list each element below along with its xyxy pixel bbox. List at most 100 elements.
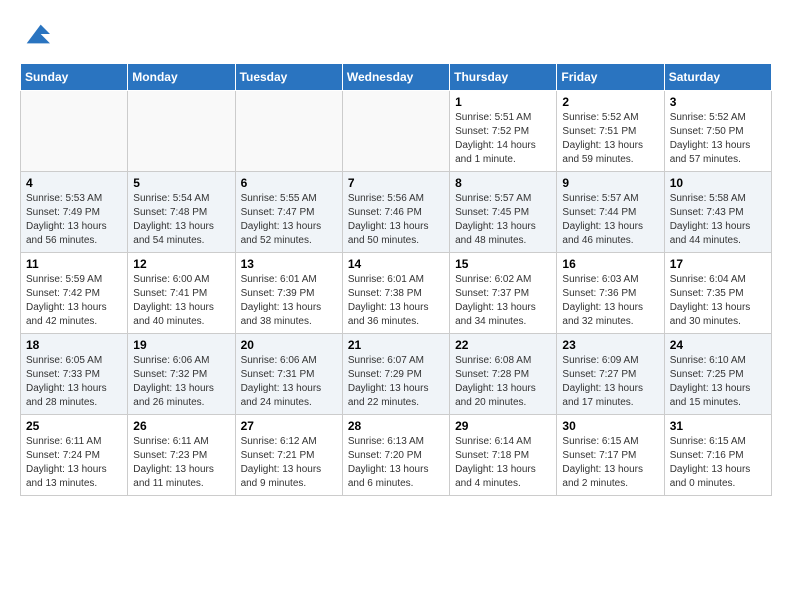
day-number: 13 xyxy=(241,257,337,271)
day-info: Sunrise: 6:06 AMSunset: 7:32 PMDaylight:… xyxy=(133,354,229,410)
day-info: Sunrise: 6:08 AMSunset: 7:28 PMDaylight:… xyxy=(455,354,551,410)
day-number: 16 xyxy=(562,257,658,271)
day-of-week-header: Friday xyxy=(557,64,664,91)
day-number: 12 xyxy=(133,257,229,271)
calendar-day-cell: 29 Sunrise: 6:14 AMSunset: 7:18 PMDayligh… xyxy=(450,415,557,496)
calendar-day-cell: 3 Sunrise: 5:52 AMSunset: 7:50 PMDaylight… xyxy=(664,91,771,172)
calendar-day-cell: 25 Sunrise: 6:11 AMSunset: 7:24 PMDayligh… xyxy=(21,415,128,496)
day-number: 30 xyxy=(562,419,658,433)
day-number: 28 xyxy=(348,419,444,433)
calendar-header-row: SundayMondayTuesdayWednesdayThursdayFrid… xyxy=(21,64,772,91)
calendar-day-cell: 10 Sunrise: 5:58 AMSunset: 7:43 PMDayligh… xyxy=(664,172,771,253)
calendar-day-cell: 19 Sunrise: 6:06 AMSunset: 7:32 PMDayligh… xyxy=(128,334,235,415)
day-number: 22 xyxy=(455,338,551,352)
day-number: 4 xyxy=(26,176,122,190)
day-info: Sunrise: 5:52 AMSunset: 7:50 PMDaylight:… xyxy=(670,111,766,167)
calendar-day-cell: 9Sunrise: 5:57 AMSunset: 7:44 PMDaylight… xyxy=(557,172,664,253)
day-number: 2 xyxy=(562,95,658,109)
day-number: 1 xyxy=(455,95,551,109)
calendar-day-cell: 8 Sunrise: 5:57 AMSunset: 7:45 PMDaylight… xyxy=(450,172,557,253)
day-info: Sunrise: 5:53 AMSunset: 7:49 PMDaylight:… xyxy=(26,192,122,248)
day-of-week-header: Monday xyxy=(128,64,235,91)
day-number: 5 xyxy=(133,176,229,190)
day-info: Sunrise: 5:57 AMSunset: 7:45 PMDaylight:… xyxy=(455,192,551,248)
day-info: Sunrise: 6:10 AMSunset: 7:25 PMDaylight:… xyxy=(670,354,766,410)
day-number: 19 xyxy=(133,338,229,352)
day-number: 3 xyxy=(670,95,766,109)
day-of-week-header: Tuesday xyxy=(235,64,342,91)
calendar-table: SundayMondayTuesdayWednesdayThursdayFrid… xyxy=(20,63,772,496)
day-of-week-header: Sunday xyxy=(21,64,128,91)
calendar-day-cell: 31 Sunrise: 6:15 AMSunset: 7:16 PMDayligh… xyxy=(664,415,771,496)
calendar-day-cell xyxy=(21,91,128,172)
day-info: Sunrise: 5:59 AMSunset: 7:42 PMDaylight:… xyxy=(26,273,122,329)
day-info: Sunrise: 6:11 AMSunset: 7:23 PMDaylight:… xyxy=(133,435,229,491)
day-number: 7 xyxy=(348,176,444,190)
calendar-day-cell: 15Sunrise: 6:02 AMSunset: 7:37 PMDayligh… xyxy=(450,253,557,334)
day-info: Sunrise: 6:02 AMSunset: 7:37 PMDaylight:… xyxy=(455,273,551,329)
day-info: Sunrise: 5:56 AMSunset: 7:46 PMDaylight:… xyxy=(348,192,444,248)
day-info: Sunrise: 5:55 AMSunset: 7:47 PMDaylight:… xyxy=(241,192,337,248)
calendar-day-cell xyxy=(128,91,235,172)
calendar-day-cell: 11 Sunrise: 5:59 AMSunset: 7:42 PMDayligh… xyxy=(21,253,128,334)
day-number: 31 xyxy=(670,419,766,433)
calendar-day-cell: 14 Sunrise: 6:01 AMSunset: 7:38 PMDayligh… xyxy=(342,253,449,334)
calendar-day-cell: 24 Sunrise: 6:10 AMSunset: 7:25 PMDayligh… xyxy=(664,334,771,415)
day-info: Sunrise: 6:07 AMSunset: 7:29 PMDaylight:… xyxy=(348,354,444,410)
day-info: Sunrise: 6:14 AMSunset: 7:18 PMDaylight:… xyxy=(455,435,551,491)
calendar-day-cell: 13Sunrise: 6:01 AMSunset: 7:39 PMDayligh… xyxy=(235,253,342,334)
day-info: Sunrise: 6:05 AMSunset: 7:33 PMDaylight:… xyxy=(26,354,122,410)
day-info: Sunrise: 6:13 AMSunset: 7:20 PMDaylight:… xyxy=(348,435,444,491)
calendar-day-cell: 16Sunrise: 6:03 AMSunset: 7:36 PMDayligh… xyxy=(557,253,664,334)
day-info: Sunrise: 6:12 AMSunset: 7:21 PMDaylight:… xyxy=(241,435,337,491)
day-info: Sunrise: 6:04 AMSunset: 7:35 PMDaylight:… xyxy=(670,273,766,329)
day-number: 24 xyxy=(670,338,766,352)
calendar-day-cell: 30 Sunrise: 6:15 AMSunset: 7:17 PMDayligh… xyxy=(557,415,664,496)
day-number: 10 xyxy=(670,176,766,190)
calendar-day-cell: 5 Sunrise: 5:54 AMSunset: 7:48 PMDaylight… xyxy=(128,172,235,253)
calendar-week-row: 25 Sunrise: 6:11 AMSunset: 7:24 PMDayligh… xyxy=(21,415,772,496)
day-info: Sunrise: 6:15 AMSunset: 7:16 PMDaylight:… xyxy=(670,435,766,491)
day-info: Sunrise: 6:01 AMSunset: 7:38 PMDaylight:… xyxy=(348,273,444,329)
logo xyxy=(20,20,50,53)
calendar-day-cell: 28 Sunrise: 6:13 AMSunset: 7:20 PMDayligh… xyxy=(342,415,449,496)
calendar-day-cell: 18 Sunrise: 6:05 AMSunset: 7:33 PMDayligh… xyxy=(21,334,128,415)
day-info: Sunrise: 5:54 AMSunset: 7:48 PMDaylight:… xyxy=(133,192,229,248)
calendar-day-cell: 22 Sunrise: 6:08 AMSunset: 7:28 PMDayligh… xyxy=(450,334,557,415)
day-info: Sunrise: 5:57 AMSunset: 7:44 PMDaylight:… xyxy=(562,192,658,248)
calendar-day-cell xyxy=(235,91,342,172)
calendar-day-cell xyxy=(342,91,449,172)
calendar-day-cell: 21 Sunrise: 6:07 AMSunset: 7:29 PMDayligh… xyxy=(342,334,449,415)
day-number: 29 xyxy=(455,419,551,433)
day-number: 25 xyxy=(26,419,122,433)
day-info: Sunrise: 6:00 AMSunset: 7:41 PMDaylight:… xyxy=(133,273,229,329)
day-info: Sunrise: 6:11 AMSunset: 7:24 PMDaylight:… xyxy=(26,435,122,491)
page-header xyxy=(20,20,772,53)
calendar-day-cell: 27Sunrise: 6:12 AMSunset: 7:21 PMDayligh… xyxy=(235,415,342,496)
day-info: Sunrise: 5:52 AMSunset: 7:51 PMDaylight:… xyxy=(562,111,658,167)
day-info: Sunrise: 5:58 AMSunset: 7:43 PMDaylight:… xyxy=(670,192,766,248)
calendar-day-cell: 23Sunrise: 6:09 AMSunset: 7:27 PMDayligh… xyxy=(557,334,664,415)
day-of-week-header: Wednesday xyxy=(342,64,449,91)
day-info: Sunrise: 5:51 AMSunset: 7:52 PMDaylight:… xyxy=(455,111,551,167)
calendar-week-row: 4 Sunrise: 5:53 AMSunset: 7:49 PMDaylight… xyxy=(21,172,772,253)
day-info: Sunrise: 6:15 AMSunset: 7:17 PMDaylight:… xyxy=(562,435,658,491)
day-number: 8 xyxy=(455,176,551,190)
calendar-week-row: 1 Sunrise: 5:51 AMSunset: 7:52 PMDaylight… xyxy=(21,91,772,172)
day-number: 23 xyxy=(562,338,658,352)
calendar-day-cell: 7 Sunrise: 5:56 AMSunset: 7:46 PMDaylight… xyxy=(342,172,449,253)
calendar-day-cell: 20 Sunrise: 6:06 AMSunset: 7:31 PMDayligh… xyxy=(235,334,342,415)
day-number: 6 xyxy=(241,176,337,190)
calendar-week-row: 11 Sunrise: 5:59 AMSunset: 7:42 PMDayligh… xyxy=(21,253,772,334)
day-info: Sunrise: 6:06 AMSunset: 7:31 PMDaylight:… xyxy=(241,354,337,410)
day-number: 21 xyxy=(348,338,444,352)
day-number: 14 xyxy=(348,257,444,271)
calendar-day-cell: 4 Sunrise: 5:53 AMSunset: 7:49 PMDaylight… xyxy=(21,172,128,253)
calendar-day-cell: 26Sunrise: 6:11 AMSunset: 7:23 PMDayligh… xyxy=(128,415,235,496)
calendar-day-cell: 2 Sunrise: 5:52 AMSunset: 7:51 PMDaylight… xyxy=(557,91,664,172)
day-number: 11 xyxy=(26,257,122,271)
day-number: 18 xyxy=(26,338,122,352)
calendar-week-row: 18 Sunrise: 6:05 AMSunset: 7:33 PMDayligh… xyxy=(21,334,772,415)
logo-icon xyxy=(22,20,50,48)
day-number: 20 xyxy=(241,338,337,352)
